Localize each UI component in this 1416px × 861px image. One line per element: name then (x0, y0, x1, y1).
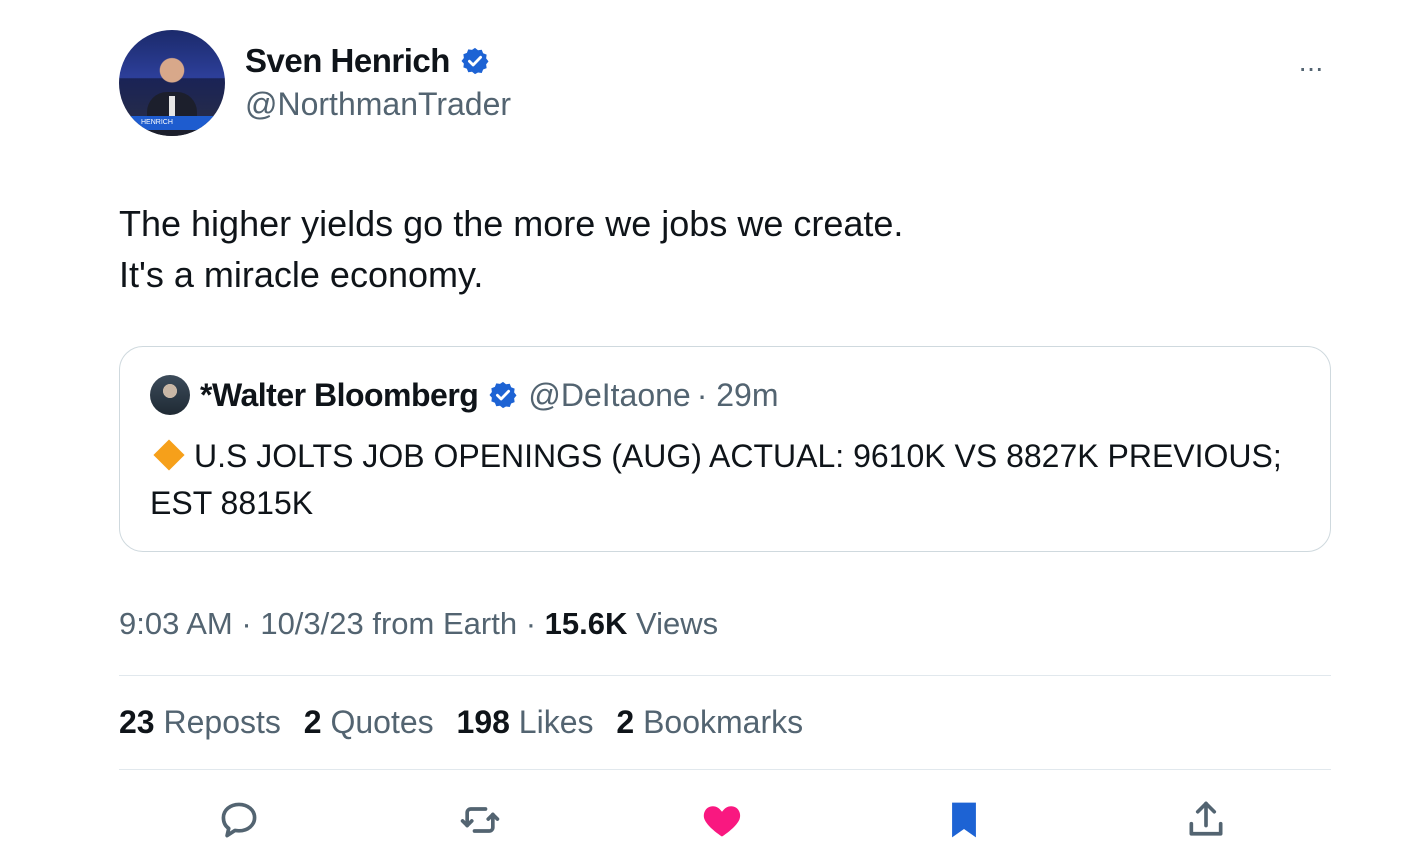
quoted-author-name: *Walter Bloomberg (200, 376, 479, 413)
avatar-tie (169, 96, 175, 116)
author-name-row: Sven Henrich (245, 42, 490, 80)
bookmarks-count: 2 (616, 704, 635, 740)
likes-count: 198 (456, 704, 510, 740)
action-bar (0, 798, 1416, 842)
reply-icon[interactable] (217, 798, 261, 842)
avatar-caption: HENRICH (119, 116, 225, 130)
author-name[interactable]: Sven Henrich (245, 42, 450, 80)
tweet-text-line: The higher yields go the more we jobs we… (119, 203, 904, 244)
tweet-text: The higher yields go the more we jobs we… (119, 198, 903, 300)
quoted-tweet-card[interactable]: *Walter Bloomberg @DeItaone · 29m U.S JO… (119, 346, 1331, 552)
verified-badge-icon (489, 381, 517, 409)
reposts-stat[interactable]: 23 Reposts (119, 704, 281, 740)
verified-badge-icon (461, 47, 489, 75)
reposts-label: Reposts (163, 704, 281, 740)
quoted-tweet-header: *Walter Bloomberg @DeItaone · 29m (150, 375, 779, 415)
views-label: Views (636, 606, 719, 641)
orange-diamond-icon (153, 438, 185, 471)
quoted-tweet-body: U.S JOLTS JOB OPENINGS (AUG) ACTUAL: 961… (150, 438, 1282, 521)
more-options-button[interactable]: ··· (1298, 52, 1324, 84)
likes-stat[interactable]: 198 Likes (457, 704, 594, 740)
quoted-tweet-age: · 29m (696, 376, 779, 413)
like-heart-icon[interactable] (700, 798, 744, 842)
reposts-count: 23 (119, 704, 155, 740)
tweet-date-source: 10/3/23 from Earth (260, 606, 518, 641)
views-count: 15.6K (544, 606, 628, 641)
meta-separator: · (525, 606, 537, 641)
share-icon[interactable] (1184, 798, 1228, 842)
tweet-time[interactable]: 9:03 AM (119, 606, 233, 641)
quotes-stat[interactable]: 2 Quotes (304, 704, 434, 740)
divider (119, 675, 1331, 676)
quoted-author-avatar (150, 375, 190, 415)
bookmarks-label: Bookmarks (643, 704, 804, 740)
author-handle[interactable]: @NorthmanTrader (245, 86, 511, 123)
quoted-tweet-text: U.S JOLTS JOB OPENINGS (AUG) ACTUAL: 961… (150, 433, 1310, 527)
quotes-count: 2 (303, 704, 322, 740)
engagement-stats: 23 Reposts 2 Quotes 198 Likes 2 Bookmark… (119, 704, 817, 741)
bookmarks-stat[interactable]: 2 Bookmarks (616, 704, 803, 740)
bookmark-icon[interactable] (942, 798, 986, 842)
tweet-text-line: It's a miracle economy. (119, 254, 484, 295)
repost-icon[interactable] (458, 798, 502, 842)
likes-label: Likes (518, 704, 594, 740)
author-avatar[interactable]: HENRICH (119, 30, 225, 136)
quotes-label: Quotes (330, 704, 434, 740)
divider (119, 769, 1331, 770)
tweet-metadata: 9:03 AM · 10/3/23 from Earth · 15.6K Vie… (119, 606, 718, 642)
meta-separator: · (241, 606, 252, 641)
quoted-author-handle: @DeItaone (528, 376, 691, 413)
